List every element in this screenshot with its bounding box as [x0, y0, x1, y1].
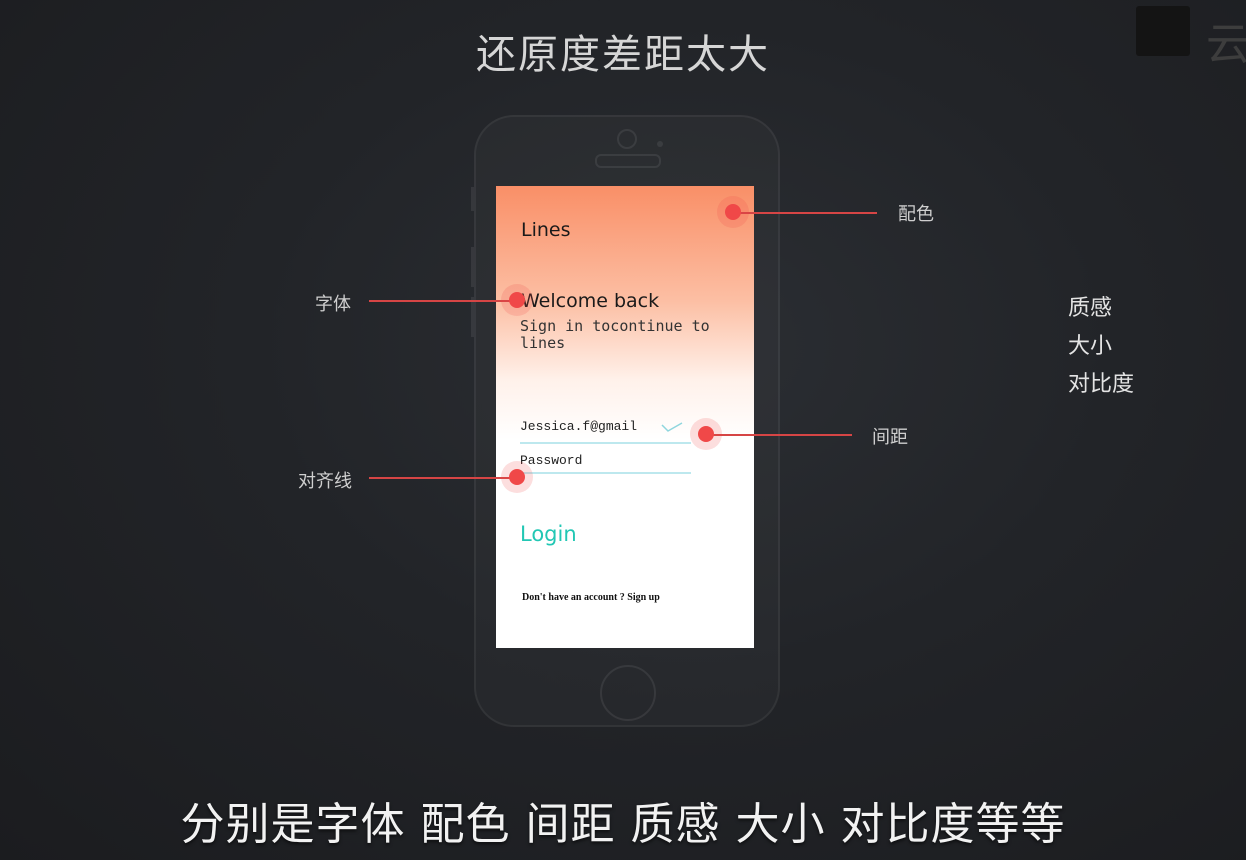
phone-speaker	[595, 154, 661, 168]
app-screen: Lines Welcome back Sign in tocontinue to…	[496, 186, 754, 648]
side-note-size: 大小	[1068, 334, 1113, 359]
callout-color-dot	[725, 204, 741, 220]
app-name: Lines	[521, 219, 571, 241]
slide-title: 还原度差距太大	[476, 32, 770, 78]
callout-alignment-line	[369, 477, 517, 479]
callout-font-label: 字体	[315, 294, 351, 315]
phone-home-button	[600, 665, 656, 721]
password-underline	[520, 472, 691, 474]
phone-side-button	[471, 187, 474, 211]
callout-spacing-label: 间距	[872, 427, 908, 448]
check-icon	[661, 422, 683, 432]
side-notes: 质感 大小 对比度	[1068, 290, 1134, 404]
side-note-texture: 质感	[1068, 296, 1113, 321]
callout-color-line	[733, 212, 877, 214]
welcome-subtitle: Sign in tocontinue to lines	[520, 317, 710, 352]
signup-link[interactable]: Don't have an account ? Sign up	[522, 592, 660, 603]
welcome-heading: Welcome back	[521, 290, 660, 312]
email-field[interactable]: Jessica.f@gmail	[520, 419, 637, 434]
phone-volume-up	[471, 247, 474, 287]
phone-sensor	[657, 141, 663, 147]
logo-mark	[1136, 6, 1190, 56]
callout-spacing-line	[706, 434, 852, 436]
slide-caption: 分别是字体 配色 间距 质感 大小 对比度等等	[180, 799, 1066, 850]
callout-color-label: 配色	[898, 204, 934, 225]
callout-font-line	[369, 300, 517, 302]
callout-spacing-dot	[698, 426, 714, 442]
brand-logo: 云	[1136, 6, 1246, 70]
side-note-contrast: 对比度	[1068, 372, 1135, 397]
callout-alignment-label: 对齐线	[298, 471, 352, 492]
logo-char: 云	[1206, 19, 1246, 70]
login-button[interactable]: Login	[520, 522, 577, 546]
email-underline	[520, 442, 691, 444]
phone-volume-down	[471, 297, 474, 337]
callout-font-dot	[509, 292, 525, 308]
phone-camera	[617, 129, 637, 149]
callout-alignment-dot	[509, 469, 525, 485]
password-field[interactable]: Password	[520, 453, 582, 468]
